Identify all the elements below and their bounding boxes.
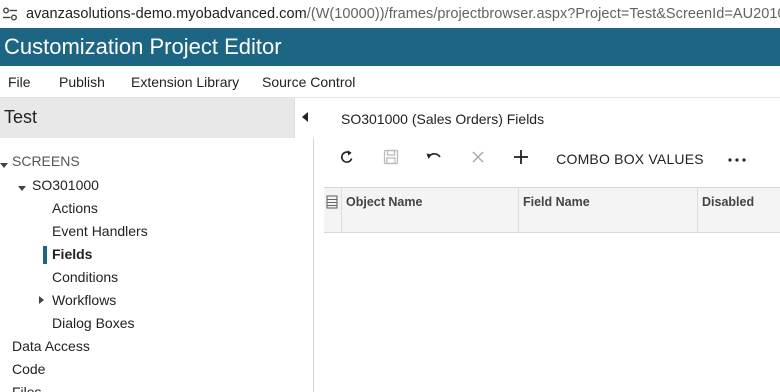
- menu-publish[interactable]: Publish: [59, 74, 105, 90]
- expand-workflows-icon[interactable]: [39, 296, 44, 304]
- address-bar[interactable]: avanzasolutions-demo.myobadvanced.com/(W…: [0, 0, 780, 28]
- expand-screen-icon[interactable]: [18, 186, 26, 191]
- save-icon: [383, 149, 399, 170]
- selection-indicator: [43, 246, 47, 264]
- more-horizontal-icon: [727, 150, 747, 168]
- url-host: avanzasolutions-demo.myobadvanced.com: [26, 6, 307, 22]
- site-settings-icon[interactable]: [2, 6, 18, 22]
- tree-item-files[interactable]: Files: [12, 381, 42, 392]
- tree-item-screens[interactable]: SCREENS: [12, 150, 80, 172]
- save-button[interactable]: [380, 144, 402, 174]
- grid-title: SO301000 (Sales Orders) Fields: [341, 111, 545, 127]
- triangle-left-icon: [301, 109, 309, 127]
- tree-item-so301000[interactable]: SO301000: [32, 174, 99, 196]
- column-object-name[interactable]: Object Name: [341, 188, 518, 232]
- column-settings-button[interactable]: [326, 195, 340, 209]
- refresh-icon: [339, 149, 355, 170]
- url-text[interactable]: avanzasolutions-demo.myobadvanced.com/(W…: [26, 6, 780, 22]
- url-path: /(W(10000))/frames/projectbrowser.aspx?P…: [306, 6, 780, 22]
- column-disabled[interactable]: Disabled: [697, 188, 780, 232]
- combo-box-values-label: COMBO BOX VALUES: [556, 151, 704, 167]
- collapse-panel-button[interactable]: [294, 98, 314, 138]
- app-title: Customization Project Editor: [0, 28, 780, 66]
- refresh-button[interactable]: [336, 144, 358, 174]
- grid-header: Object Name Field Name Disabled: [324, 187, 780, 233]
- column-settings-icon: [326, 195, 338, 213]
- menu-extension-library[interactable]: Extension Library: [131, 74, 239, 90]
- project-name: Test: [0, 98, 294, 138]
- tree-item-actions[interactable]: Actions: [52, 197, 98, 219]
- tree-item-data-access[interactable]: Data Access: [12, 335, 90, 357]
- menu-bar: File Publish Extension Library Source Co…: [0, 66, 780, 98]
- more-button[interactable]: [725, 144, 749, 174]
- undo-button[interactable]: [422, 144, 446, 174]
- menu-source-control[interactable]: Source Control: [262, 74, 355, 90]
- plus-icon: [513, 149, 529, 170]
- combo-box-values-button[interactable]: COMBO BOX VALUES: [554, 144, 706, 174]
- tree-item-workflows[interactable]: Workflows: [52, 289, 116, 311]
- add-button[interactable]: [510, 144, 532, 174]
- column-field-name[interactable]: Field Name: [518, 188, 697, 232]
- fields-panel: SO301000 (Sales Orders) Fields COMBO BOX…: [324, 98, 780, 392]
- close-icon: [471, 150, 485, 169]
- menu-file[interactable]: File: [8, 74, 31, 90]
- tree-item-fields[interactable]: Fields: [52, 243, 92, 265]
- tree-item-event-handlers[interactable]: Event Handlers: [52, 220, 148, 242]
- tree-item-dialog-boxes[interactable]: Dialog Boxes: [52, 312, 135, 334]
- delete-button[interactable]: [467, 144, 489, 174]
- tree-item-conditions[interactable]: Conditions: [52, 266, 118, 288]
- expand-screens-icon[interactable]: [0, 163, 8, 168]
- undo-icon: [425, 149, 443, 170]
- tree-item-code[interactable]: Code: [12, 358, 45, 380]
- project-tree-panel: Test SCREENS SO301000 Actions Event Hand…: [0, 98, 314, 392]
